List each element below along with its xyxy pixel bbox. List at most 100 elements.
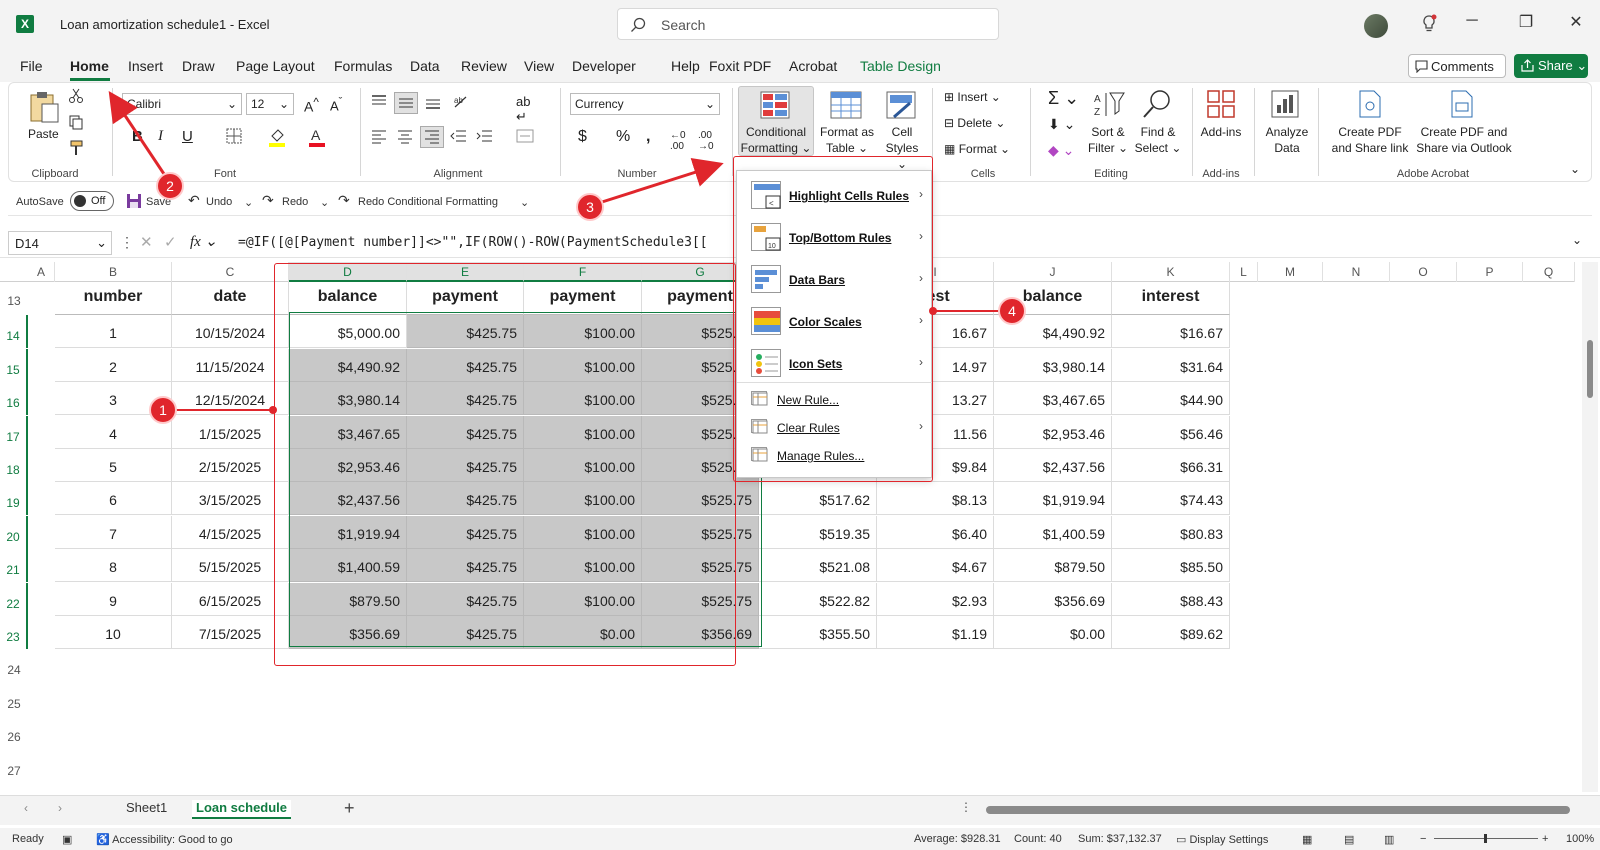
prev-sheet-icon[interactable]: ‹ [24,801,28,815]
cell-k18[interactable]: $66.31 [1112,449,1230,482]
shrink-font-icon[interactable]: Aˇ [330,96,342,113]
row-header-20[interactable]: 20 [0,516,28,549]
cancel-icon[interactable]: ✕ [140,233,153,251]
cell-k14[interactable]: $16.67 [1112,315,1230,348]
formula-input[interactable]: =@IF([@[Payment number]]<>"",IF(ROW()-RO… [238,235,738,250]
cell-b19[interactable]: 6 [55,482,172,515]
borders-icon[interactable] [226,128,242,144]
sort-filter-icon[interactable]: AZ [1092,90,1126,120]
expand-formula-icon[interactable]: ⌄ [1572,233,1582,247]
wrap-text-icon[interactable]: ab ↵ [516,94,530,125]
merge-center-icon[interactable] [516,128,534,144]
add-ins-icon[interactable] [1206,89,1236,119]
row-header-16[interactable]: 16 [0,382,28,415]
cell-c22[interactable]: 6/15/2025 [172,583,289,616]
cell-i21[interactable]: $4.67 [877,549,994,582]
next-sheet-icon[interactable]: › [58,801,62,815]
fill-icon[interactable]: ⬇ ⌄ [1048,116,1075,133]
avatar[interactable] [1364,14,1388,38]
page-break-view-icon[interactable]: ▥ [1384,833,1394,846]
column-header-j[interactable]: J [994,262,1112,282]
column-header-b[interactable]: B [55,262,172,282]
undo-label[interactable]: Undo [206,196,232,208]
cell-b15[interactable]: 2 [55,349,172,382]
currency-icon[interactable]: $ [578,128,587,146]
horizontal-scroll-thumb[interactable] [986,806,1570,814]
cell-styles-icon[interactable] [886,91,916,119]
menu-page-layout[interactable]: Page Layout [236,58,315,74]
lightbulb-icon[interactable] [1420,14,1438,34]
column-header-q[interactable]: Q [1523,262,1575,282]
redo-cf-label[interactable]: Redo Conditional Formatting [358,196,498,208]
cell-c17[interactable]: 1/15/2025 [172,416,289,449]
column-header-l[interactable]: L [1230,262,1258,282]
redo-label[interactable]: Redo [282,196,308,208]
row-header-14[interactable]: 14 [0,315,28,348]
sheet-tab-sheet1[interactable]: Sheet1 [126,800,167,815]
vertical-scrollbar[interactable] [1582,262,1598,792]
bottom-align-icon[interactable] [424,94,442,110]
row-header-19[interactable]: 19 [0,482,28,515]
align-left-icon[interactable] [370,128,388,144]
format-cells-button[interactable]: ▦ Format ⌄ [944,142,1010,156]
page-layout-view-icon[interactable]: ▤ [1344,833,1354,846]
share-button[interactable]: Share ⌄ [1514,54,1588,78]
cell-j16[interactable]: $3,467.65 [994,382,1112,415]
menu-foxit-pdf[interactable]: Foxit PDF [709,58,771,74]
analyze-data-icon[interactable] [1270,89,1300,119]
underline-icon[interactable]: U [182,128,193,145]
table-header-b[interactable]: number [55,282,172,315]
sheet-tab-loan-schedule[interactable]: Loan schedule [192,800,292,819]
column-header-m[interactable]: M [1258,262,1323,282]
insert-cells-button[interactable]: ⊞ Insert ⌄ [944,90,1001,104]
cell-j17[interactable]: $2,953.46 [994,416,1112,449]
column-header-o[interactable]: O [1390,262,1457,282]
customize-qat-icon[interactable]: ⌄ [520,196,529,209]
save-icon[interactable] [126,193,142,209]
cell-i19[interactable]: $8.13 [877,482,994,515]
cell-h23[interactable]: $355.50 [759,616,877,649]
create-pdf-share-link-icon[interactable] [1358,90,1382,118]
copy-icon[interactable] [68,114,84,130]
accessibility-status[interactable]: ♿ Accessibility: Good to go [96,833,233,846]
align-right-icon[interactable] [420,126,444,148]
menu-view[interactable]: View [524,58,554,74]
cell-c14[interactable]: 10/15/2024 [172,315,289,348]
table-header-c[interactable]: date [172,282,289,315]
cell-k15[interactable]: $31.64 [1112,349,1230,382]
grow-font-icon[interactable]: A^ [304,96,319,115]
column-header-p[interactable]: P [1457,262,1523,282]
zoom-in-icon[interactable]: + [1542,833,1548,845]
font-color-icon[interactable]: A [308,127,326,147]
cell-j15[interactable]: $3,980.14 [994,349,1112,382]
column-header-n[interactable]: N [1323,262,1390,282]
increase-decimal-icon[interactable]: ←0.00 [670,130,686,152]
cell-h19[interactable]: $517.62 [759,482,877,515]
cell-c15[interactable]: 11/15/2024 [172,349,289,382]
zoom-level[interactable]: 100% [1566,833,1594,845]
cell-j20[interactable]: $1,400.59 [994,516,1112,549]
column-header-a[interactable]: A [28,262,55,282]
row-header-25[interactable]: 25 [0,683,28,716]
cell-h22[interactable]: $522.82 [759,583,877,616]
cell-j22[interactable]: $356.69 [994,583,1112,616]
row-header-24[interactable]: 24 [0,649,28,682]
menu-acrobat[interactable]: Acrobat [789,58,837,74]
menu-review[interactable]: Review [461,58,507,74]
menu-data[interactable]: Data [410,58,440,74]
cell-j23[interactable]: $0.00 [994,616,1112,649]
cell-i20[interactable]: $6.40 [877,516,994,549]
display-settings[interactable]: ▭ Display Settings [1176,833,1268,846]
autosave-toggle[interactable]: Off [70,191,114,211]
macro-record-icon[interactable]: ▣ [62,833,72,846]
vertical-scroll-thumb[interactable] [1587,340,1593,398]
menu-formulas[interactable]: Formulas [334,58,392,74]
fill-color-icon[interactable] [268,127,286,147]
add-sheet-icon[interactable]: + [344,798,355,819]
menu-table-design[interactable]: Table Design [860,58,941,74]
paste-button[interactable] [28,90,60,124]
percent-icon[interactable]: % [616,128,630,146]
row-header-22[interactable]: 22 [0,583,28,616]
close-icon[interactable]: ✕ [1556,12,1596,36]
comments-button[interactable]: Comments [1408,54,1506,78]
